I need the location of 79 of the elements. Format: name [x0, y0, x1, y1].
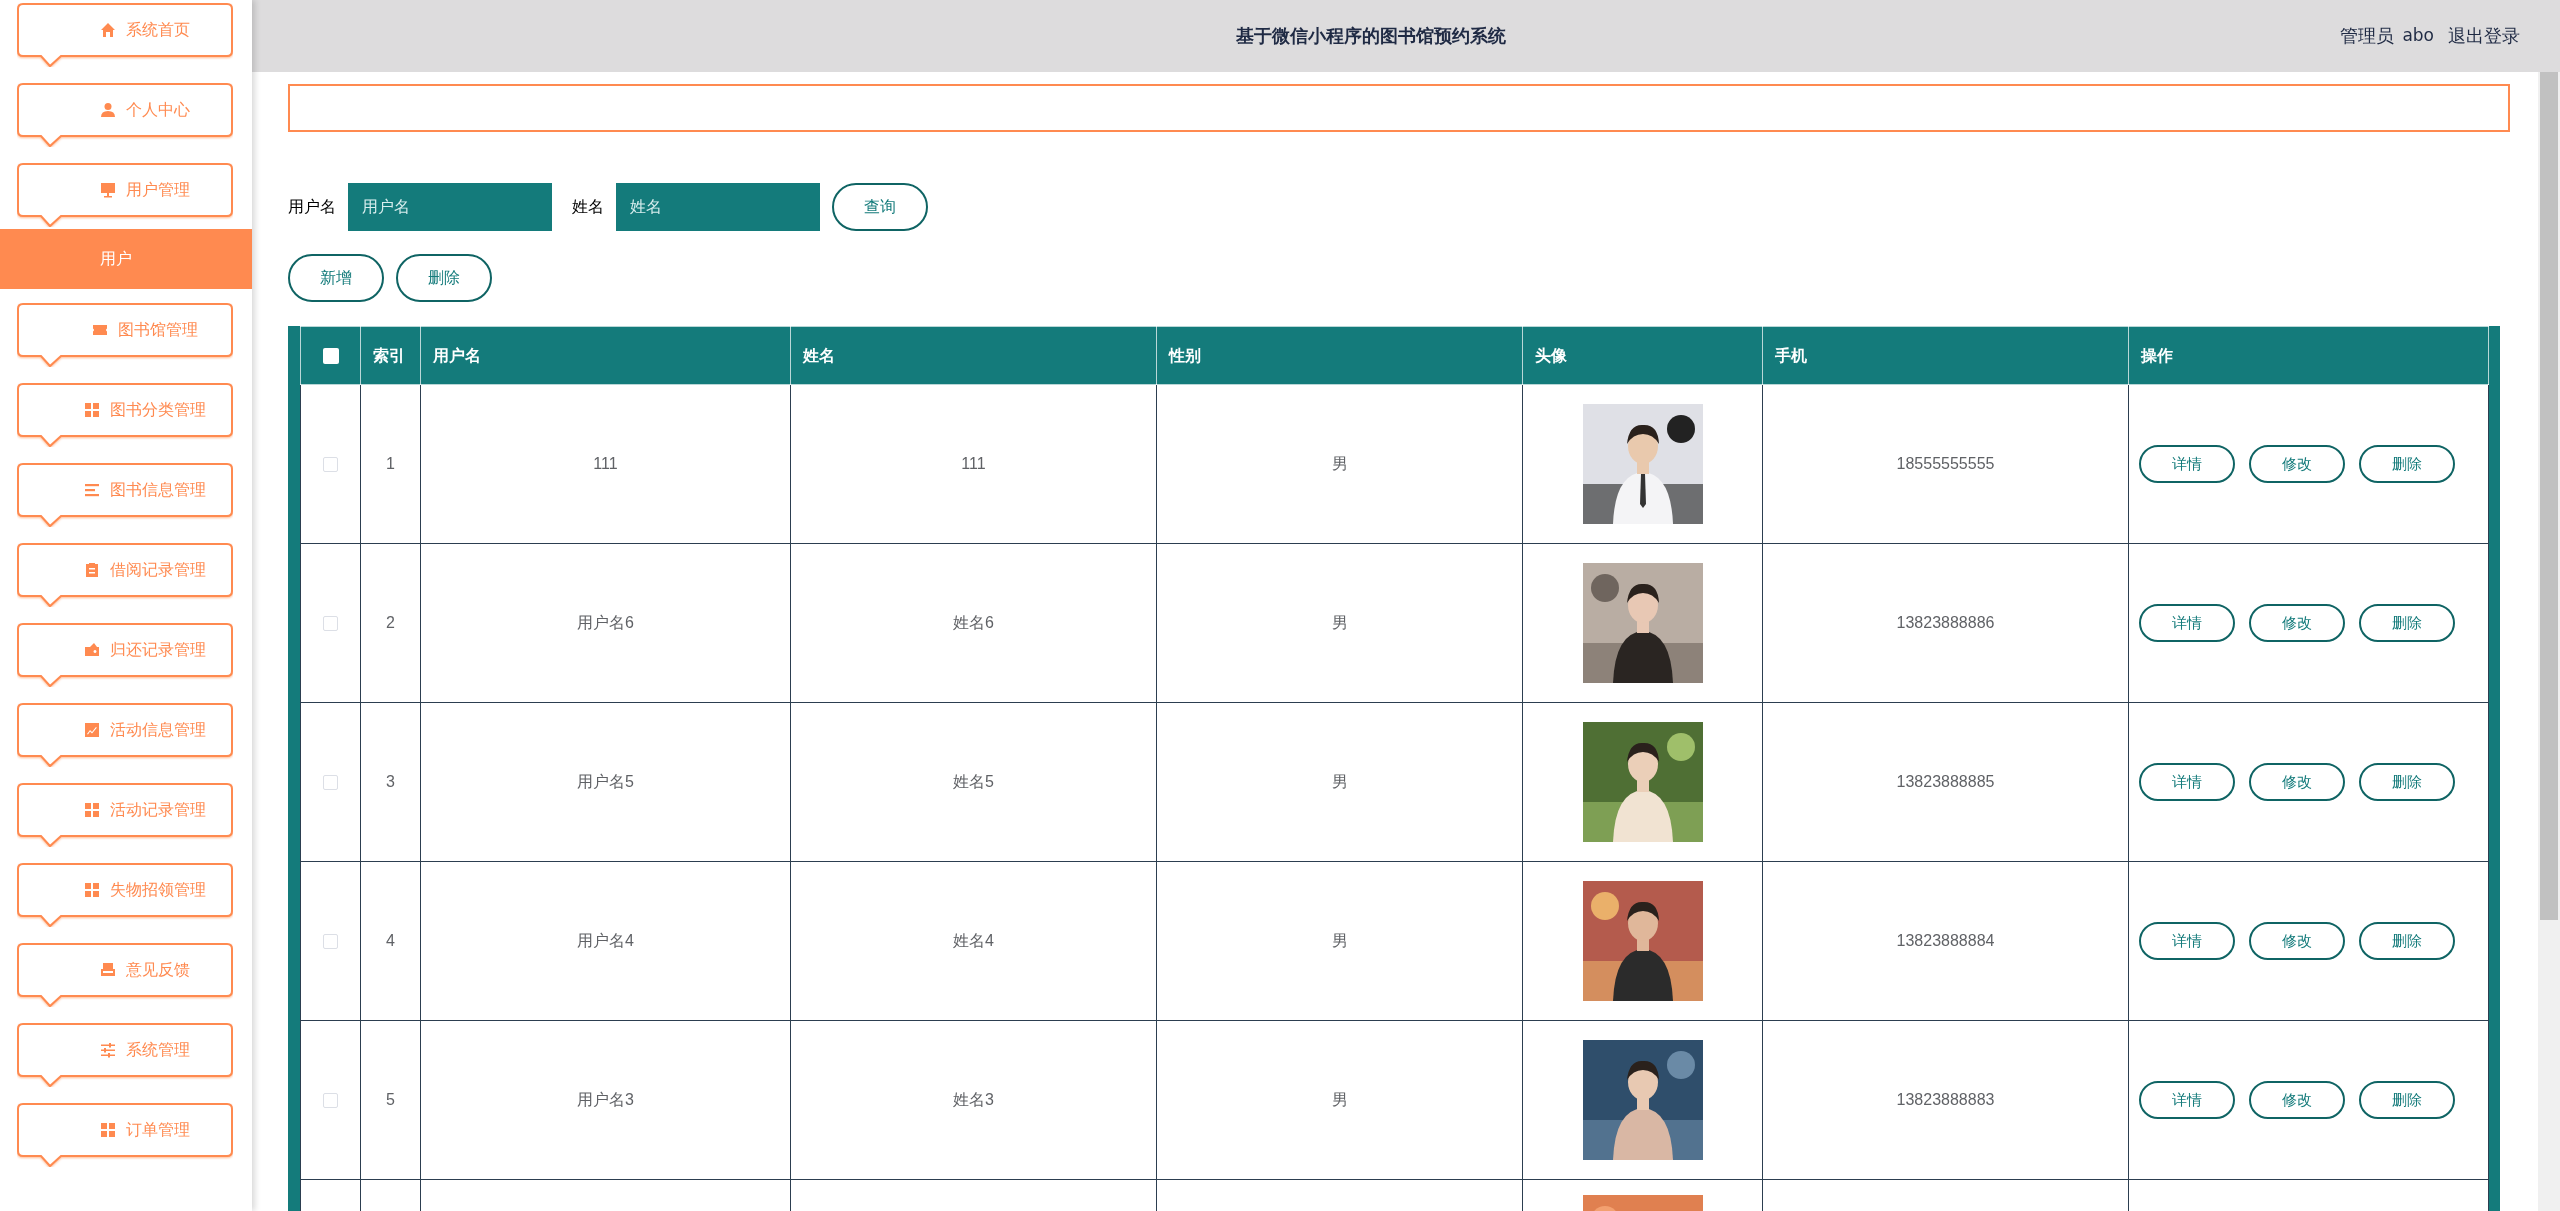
row-action-button[interactable]: 删除 — [2359, 763, 2455, 801]
row-action-button[interactable]: 详情 — [2139, 922, 2235, 960]
column-header: 索引 — [373, 346, 405, 364]
field-label: 用户名 — [288, 197, 336, 217]
row-action-button[interactable]: 删除 — [2359, 1081, 2455, 1119]
column-header: 头像 — [1535, 346, 1567, 364]
table-cell: 男 — [1331, 773, 1348, 790]
clipboard-icon — [84, 562, 100, 578]
column-header: 姓名 — [803, 346, 835, 364]
search-field[interactable]: 姓名 — [616, 183, 820, 231]
logout-link[interactable]: 退出登录 — [2448, 22, 2520, 50]
monitor-icon — [100, 182, 116, 198]
scrollbar[interactable] — [2538, 72, 2560, 1211]
user-icon — [100, 102, 116, 118]
table-cell: 13823888885 — [1896, 773, 1995, 790]
search-field[interactable]: 用户名 — [348, 183, 552, 231]
select-all-checkbox[interactable] — [322, 348, 339, 365]
index-cell: 1 — [386, 455, 395, 472]
row-action-button[interactable]: 修改 — [2249, 445, 2345, 483]
index-cell: 2 — [386, 614, 395, 631]
table-cell: 用户名5 — [577, 773, 634, 790]
row-checkbox[interactable] — [323, 775, 338, 791]
index-cell: 3 — [386, 773, 395, 790]
row-checkbox[interactable] — [323, 457, 338, 473]
list-icon — [84, 482, 100, 498]
action-button[interactable]: 删除 — [396, 254, 492, 302]
wallet-icon — [84, 642, 100, 658]
row-checkbox[interactable] — [323, 934, 338, 950]
row-action-button[interactable]: 详情 — [2139, 445, 2235, 483]
table-cell: 姓名6 — [953, 614, 994, 631]
table-cell: 男 — [1331, 455, 1348, 472]
grid-icon — [84, 802, 100, 818]
home-icon — [100, 22, 116, 38]
table-cell: 姓名5 — [953, 773, 994, 790]
table-cell: 男 — [1331, 1091, 1348, 1108]
username: abo — [2402, 24, 2434, 48]
grid-icon — [100, 1122, 116, 1138]
action-button[interactable]: 新增 — [288, 254, 384, 302]
grid-icon — [84, 882, 100, 898]
table-cell: 用户名4 — [577, 932, 634, 949]
field-label: 姓名 — [572, 197, 604, 217]
chart-icon — [84, 722, 100, 738]
column-header: 用户名 — [433, 346, 481, 364]
grid-icon — [84, 402, 100, 418]
index-cell: 5 — [386, 1091, 395, 1108]
row-action-button[interactable]: 删除 — [2359, 604, 2455, 642]
row-action-button[interactable]: 删除 — [2359, 922, 2455, 960]
table-cell: 用户名6 — [577, 614, 634, 631]
row-action-button[interactable]: 详情 — [2139, 763, 2235, 801]
table-cell: 111 — [593, 455, 618, 472]
row-action-button[interactable]: 删除 — [2359, 445, 2455, 483]
column-header: 性别 — [1169, 346, 1201, 364]
table-cell: 姓名3 — [953, 1091, 994, 1108]
row-action-button[interactable]: 详情 — [2139, 1081, 2235, 1119]
user-role: 管理员 — [2340, 24, 2395, 48]
row-checkbox[interactable] — [323, 1093, 338, 1109]
ticket-icon — [92, 322, 108, 338]
row-action-button[interactable]: 详情 — [2139, 604, 2235, 642]
app-title: 基于微信小程序的图书馆预约系统 — [1236, 24, 1507, 48]
index-cell: 4 — [386, 932, 395, 949]
row-checkbox[interactable] — [323, 616, 338, 632]
table-cell: 用户名3 — [577, 1091, 634, 1108]
sliders-icon — [100, 1042, 116, 1058]
row-action-button[interactable]: 修改 — [2249, 604, 2345, 642]
search-button[interactable]: 查询 — [832, 183, 928, 231]
table-cell: 13823888883 — [1896, 1091, 1995, 1108]
row-action-button[interactable]: 修改 — [2249, 763, 2345, 801]
table-cell: 男 — [1331, 614, 1348, 631]
row-action-button[interactable]: 修改 — [2249, 1081, 2345, 1119]
column-header: 操作 — [2141, 346, 2173, 364]
table-cell: 18555555555 — [1896, 455, 1995, 472]
table-cell: 13823888886 — [1896, 614, 1995, 631]
table-cell: 男 — [1331, 932, 1348, 949]
column-header: 手机 — [1775, 346, 1807, 364]
table-cell: 姓名4 — [953, 932, 994, 949]
row-action-button[interactable]: 修改 — [2249, 922, 2345, 960]
table-cell: 13823888884 — [1896, 932, 1995, 949]
table-cell: 111 — [961, 455, 986, 472]
tray-icon — [100, 962, 116, 978]
